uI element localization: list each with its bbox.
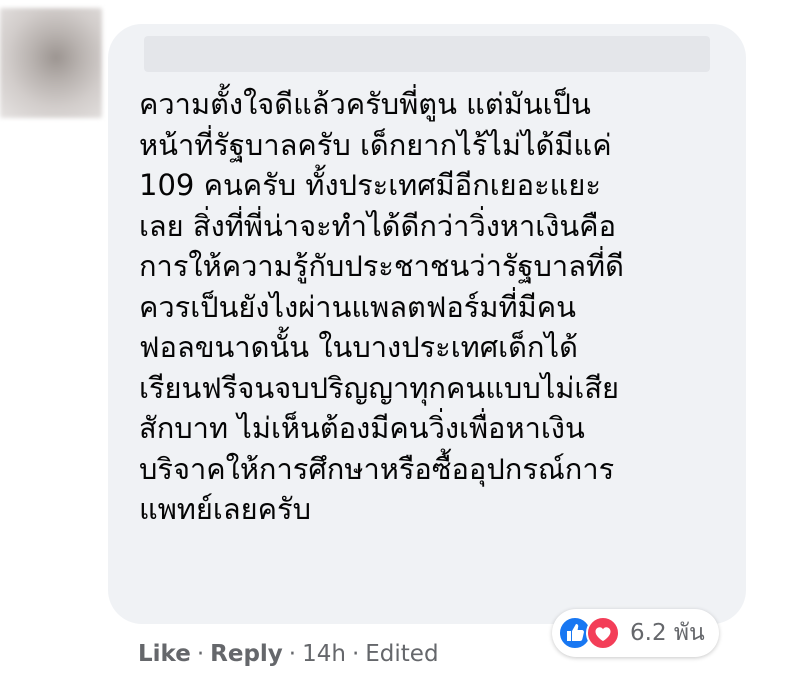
- comment-timestamp[interactable]: 14h: [302, 641, 346, 667]
- comment-screenshot: ความตั้งใจดีแล้วครับพี่ตูน แต่มันเป็น หน…: [0, 0, 800, 680]
- reply-button[interactable]: Reply: [210, 641, 283, 667]
- separator: ·: [196, 641, 205, 667]
- commenter-name-redacted[interactable]: [144, 36, 710, 72]
- edited-label[interactable]: Edited: [365, 641, 438, 667]
- separator: ·: [351, 641, 360, 667]
- avatar[interactable]: [0, 8, 102, 118]
- comment-bubble: ความตั้งใจดีแล้วครับพี่ตูน แต่มันเป็น หน…: [108, 24, 746, 624]
- reactions-summary[interactable]: 6.2 พัน: [552, 609, 719, 657]
- comment-text: ความตั้งใจดีแล้วครับพี่ตูน แต่มันเป็น หน…: [139, 87, 624, 526]
- love-icon: [586, 616, 620, 650]
- reaction-count: 6.2 พัน: [630, 620, 705, 646]
- like-button[interactable]: Like: [138, 641, 191, 667]
- comment-actions: Like · Reply · 14h · Edited: [138, 636, 439, 672]
- separator: ·: [288, 641, 297, 667]
